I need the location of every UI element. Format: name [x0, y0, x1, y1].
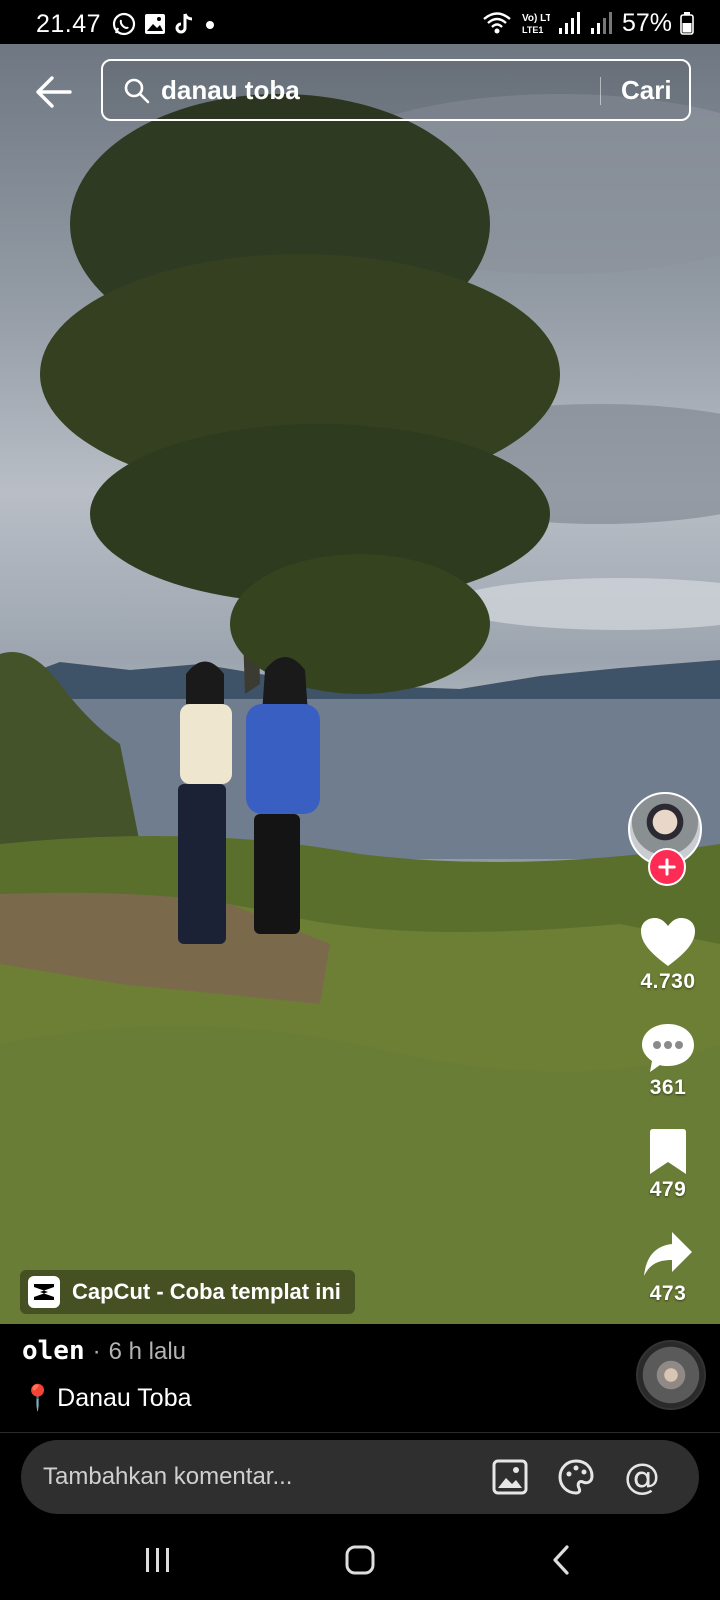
- wifi-icon: [483, 12, 511, 34]
- recent-apps-icon[interactable]: [138, 1540, 178, 1580]
- emoji-icon[interactable]: [557, 1458, 595, 1496]
- system-icons: Vo) LTE1 LTE1 57%: [482, 8, 694, 38]
- divider: [0, 1432, 720, 1433]
- system-nav-bar: [0, 1520, 720, 1600]
- gallery-icon: [145, 14, 165, 34]
- battery-percent: 57%: [621, 8, 672, 37]
- search-icon: [124, 78, 150, 104]
- notification-icons: [112, 12, 216, 36]
- save-button[interactable]: 479: [628, 1128, 708, 1202]
- post-separator: ·: [92, 1338, 101, 1365]
- capcut-template-link[interactable]: CapCut - Coba templat ini: [20, 1270, 355, 1314]
- comment-placeholder[interactable]: Tambahkan komentar...: [43, 1463, 292, 1491]
- comment-count: 361: [649, 1076, 687, 1099]
- dot-icon: [206, 21, 214, 29]
- tiktok-icon: [175, 13, 193, 34]
- search-input[interactable]: danau toba: [161, 75, 300, 106]
- back-arrow-icon[interactable]: [32, 70, 76, 114]
- status-time: 21.47: [36, 10, 102, 38]
- save-count: 479: [649, 1178, 687, 1201]
- bookmark-icon: [650, 1129, 686, 1174]
- whatsapp-icon: [112, 12, 136, 36]
- signal-icon: [590, 12, 612, 34]
- comment-button[interactable]: 361: [628, 1022, 708, 1100]
- music-disc[interactable]: [636, 1340, 706, 1410]
- capcut-label: CapCut - Coba templat ini: [72, 1279, 341, 1304]
- share-button[interactable]: 473: [628, 1230, 708, 1306]
- video-scene: [0, 94, 720, 1324]
- post-caption: olen · 6 h lalu 📍 Danau Toba: [0, 1324, 720, 1432]
- share-arrow-icon: [644, 1232, 692, 1276]
- description-text[interactable]: Danau Toba: [57, 1384, 191, 1413]
- like-count: 4.730: [640, 970, 696, 993]
- author-row: olen · 6 h lalu: [22, 1336, 186, 1366]
- heart-icon: [641, 918, 695, 966]
- search-divider: [600, 77, 601, 105]
- image-icon[interactable]: [491, 1458, 529, 1496]
- capcut-icon: [28, 1276, 60, 1308]
- comment-input[interactable]: Tambahkan komentar... @: [21, 1440, 699, 1514]
- like-button[interactable]: 4.730: [628, 916, 708, 994]
- battery-icon: [680, 12, 694, 35]
- svg-text:LTE1: LTE1: [522, 25, 543, 35]
- status-bar: 21.47 Vo) LTE1 LTE1: [0, 0, 720, 44]
- nav-back-icon[interactable]: [542, 1540, 582, 1580]
- search-bar[interactable]: danau toba Cari: [101, 59, 691, 121]
- signal-icon: [558, 12, 580, 34]
- mention-icon[interactable]: @: [623, 1458, 661, 1496]
- follow-plus-icon[interactable]: [648, 848, 686, 886]
- creator-avatar-group[interactable]: [628, 792, 706, 892]
- author-name[interactable]: olen: [22, 1336, 85, 1366]
- comment-bubble-icon: [642, 1024, 694, 1072]
- home-icon[interactable]: [340, 1540, 380, 1580]
- video-player[interactable]: [0, 44, 720, 1324]
- post-description: 📍 Danau Toba: [22, 1384, 192, 1413]
- search-button[interactable]: Cari: [621, 75, 672, 106]
- location-pin-icon: 📍: [22, 1384, 54, 1412]
- post-time: 6 h lalu: [108, 1338, 187, 1365]
- svg-text:@: @: [624, 1458, 660, 1496]
- volte-icon: Vo) LTE1 LTE1: [522, 13, 550, 35]
- share-count: 473: [649, 1282, 687, 1305]
- svg-text:Vo) LTE1: Vo) LTE1: [522, 13, 550, 24]
